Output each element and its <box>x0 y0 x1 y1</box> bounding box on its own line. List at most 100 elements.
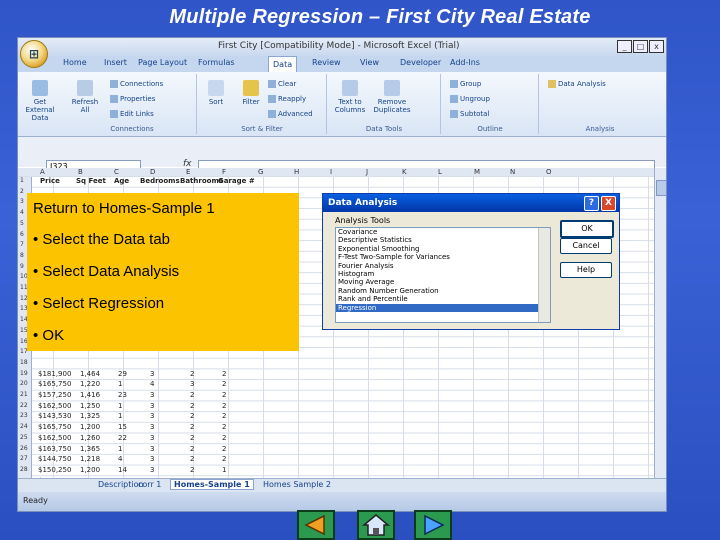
row-number[interactable]: 5 <box>20 220 24 227</box>
cell[interactable]: 3 <box>150 423 154 431</box>
cell[interactable]: 2 <box>190 370 194 378</box>
tab-developer[interactable]: Developer <box>400 58 441 67</box>
cell[interactable]: 29 <box>118 370 127 378</box>
col-header[interactable]: I <box>330 168 332 176</box>
ungroup-button[interactable]: Ungroup <box>450 95 490 103</box>
restore-button[interactable]: □ <box>633 40 648 53</box>
cell[interactable]: $165,750 <box>38 380 71 388</box>
cell[interactable]: 1,200 <box>80 466 100 474</box>
col-header[interactable]: L <box>438 168 442 176</box>
cell[interactable]: 2 <box>190 402 194 410</box>
cell[interactable]: 2 <box>222 402 226 410</box>
tab-data[interactable]: Data <box>268 56 298 72</box>
cell[interactable]: 3 <box>150 391 154 399</box>
cell[interactable]: 4 <box>150 380 154 388</box>
ok-button[interactable]: OK <box>560 220 614 238</box>
row-number[interactable]: 24 <box>20 423 28 430</box>
cell[interactable]: Bedrooms <box>140 177 180 185</box>
help-button[interactable]: Help <box>560 262 612 278</box>
cell[interactable]: $163,750 <box>38 445 71 453</box>
cell[interactable]: $181,900 <box>38 370 71 378</box>
cell[interactable]: 1,416 <box>80 391 100 399</box>
list-item[interactable]: Fourier Analysis <box>336 262 550 270</box>
list-item[interactable]: Rank and Percentile <box>336 295 550 303</box>
row-number[interactable]: 23 <box>20 412 28 419</box>
vertical-scrollbar[interactable] <box>654 168 666 478</box>
cell[interactable]: 2 <box>222 391 226 399</box>
row-number[interactable]: 3 <box>20 198 24 205</box>
cell[interactable]: $150,250 <box>38 466 71 474</box>
cell[interactable]: 1 <box>118 412 122 420</box>
sheet-tab-homes-sample-1[interactable]: Homes-Sample 1 <box>170 479 254 490</box>
minimize-button[interactable]: _ <box>617 40 632 53</box>
row-number[interactable]: 28 <box>20 466 28 473</box>
list-item[interactable]: F-Test Two-Sample for Variances <box>336 253 550 261</box>
col-header[interactable]: F <box>222 168 226 176</box>
cell[interactable]: 3 <box>150 434 154 442</box>
edit-links-button[interactable]: Edit Links <box>110 110 154 118</box>
cell[interactable]: 1 <box>118 380 122 388</box>
group-button[interactable]: Group <box>450 80 481 88</box>
get-external-data-button[interactable]: Get External Data <box>20 80 60 122</box>
next-slide-button[interactable] <box>414 510 452 540</box>
cell[interactable]: 1,220 <box>80 380 100 388</box>
row-number[interactable]: 7 <box>20 241 24 248</box>
col-header[interactable]: B <box>78 168 83 176</box>
cell[interactable]: 1,325 <box>80 412 100 420</box>
row-number[interactable]: 20 <box>20 380 28 387</box>
cell[interactable]: 2 <box>190 391 194 399</box>
cell[interactable]: 2 <box>222 423 226 431</box>
properties-button[interactable]: Properties <box>110 95 155 103</box>
sort-button[interactable]: Sort <box>204 80 228 106</box>
text-to-columns-button[interactable]: Text to Columns <box>332 80 368 114</box>
cell[interactable]: 3 <box>150 370 154 378</box>
row-number[interactable]: 22 <box>20 402 28 409</box>
cell[interactable]: 3 <box>190 380 194 388</box>
row-number[interactable]: 9 <box>20 263 24 270</box>
cell[interactable]: 15 <box>118 423 127 431</box>
col-header[interactable]: J <box>366 168 368 176</box>
row-number[interactable]: 4 <box>20 209 24 216</box>
row-number[interactable]: 18 <box>20 359 28 366</box>
cell[interactable]: $143,530 <box>38 412 71 420</box>
cell[interactable]: 3 <box>150 466 154 474</box>
cell[interactable]: Age <box>114 177 129 185</box>
row-number[interactable]: 1 <box>20 177 24 184</box>
advanced-button[interactable]: Advanced <box>268 110 313 118</box>
tab-page-layout[interactable]: Page Layout <box>138 58 187 67</box>
cell[interactable]: 3 <box>150 402 154 410</box>
sheet-tab-homes-sample-2[interactable]: Homes Sample 2 <box>263 480 331 489</box>
tab-add-ins[interactable]: Add-Ins <box>450 58 480 67</box>
cell[interactable]: 2 <box>222 434 226 442</box>
previous-slide-button[interactable] <box>297 510 335 540</box>
cell[interactable]: 2 <box>190 455 194 463</box>
cell[interactable]: Garage # <box>218 177 255 185</box>
cell[interactable]: 1,250 <box>80 402 100 410</box>
cell[interactable]: 2 <box>222 455 226 463</box>
row-number[interactable]: 26 <box>20 445 28 452</box>
cell[interactable]: Sq Feet <box>76 177 106 185</box>
cell[interactable]: 3 <box>150 455 154 463</box>
cell[interactable]: 1,218 <box>80 455 100 463</box>
tab-view[interactable]: View <box>360 58 379 67</box>
filter-button[interactable]: Filter <box>238 80 264 106</box>
cell[interactable]: $162,500 <box>38 434 71 442</box>
sheet-tab-description[interactable]: Description <box>98 480 144 489</box>
cancel-button[interactable]: Cancel <box>560 238 612 254</box>
cell[interactable]: 1,200 <box>80 423 100 431</box>
sheet-tab-corr-1[interactable]: corr 1 <box>138 480 161 489</box>
list-item[interactable]: Descriptive Statistics <box>336 236 550 244</box>
cell[interactable]: 3 <box>150 412 154 420</box>
col-header[interactable]: M <box>474 168 480 176</box>
col-header[interactable]: C <box>114 168 119 176</box>
close-button[interactable]: x <box>649 40 664 53</box>
cell[interactable]: $157,250 <box>38 391 71 399</box>
col-header[interactable]: E <box>186 168 190 176</box>
col-header[interactable]: G <box>258 168 263 176</box>
col-header[interactable]: A <box>40 168 45 176</box>
remove-duplicates-button[interactable]: Remove Duplicates <box>372 80 412 114</box>
cell[interactable]: Bathrooms <box>180 177 223 185</box>
data-analysis-button[interactable]: Data Analysis <box>548 80 606 88</box>
cell[interactable]: 1,464 <box>80 370 100 378</box>
cell[interactable]: 2 <box>222 370 226 378</box>
